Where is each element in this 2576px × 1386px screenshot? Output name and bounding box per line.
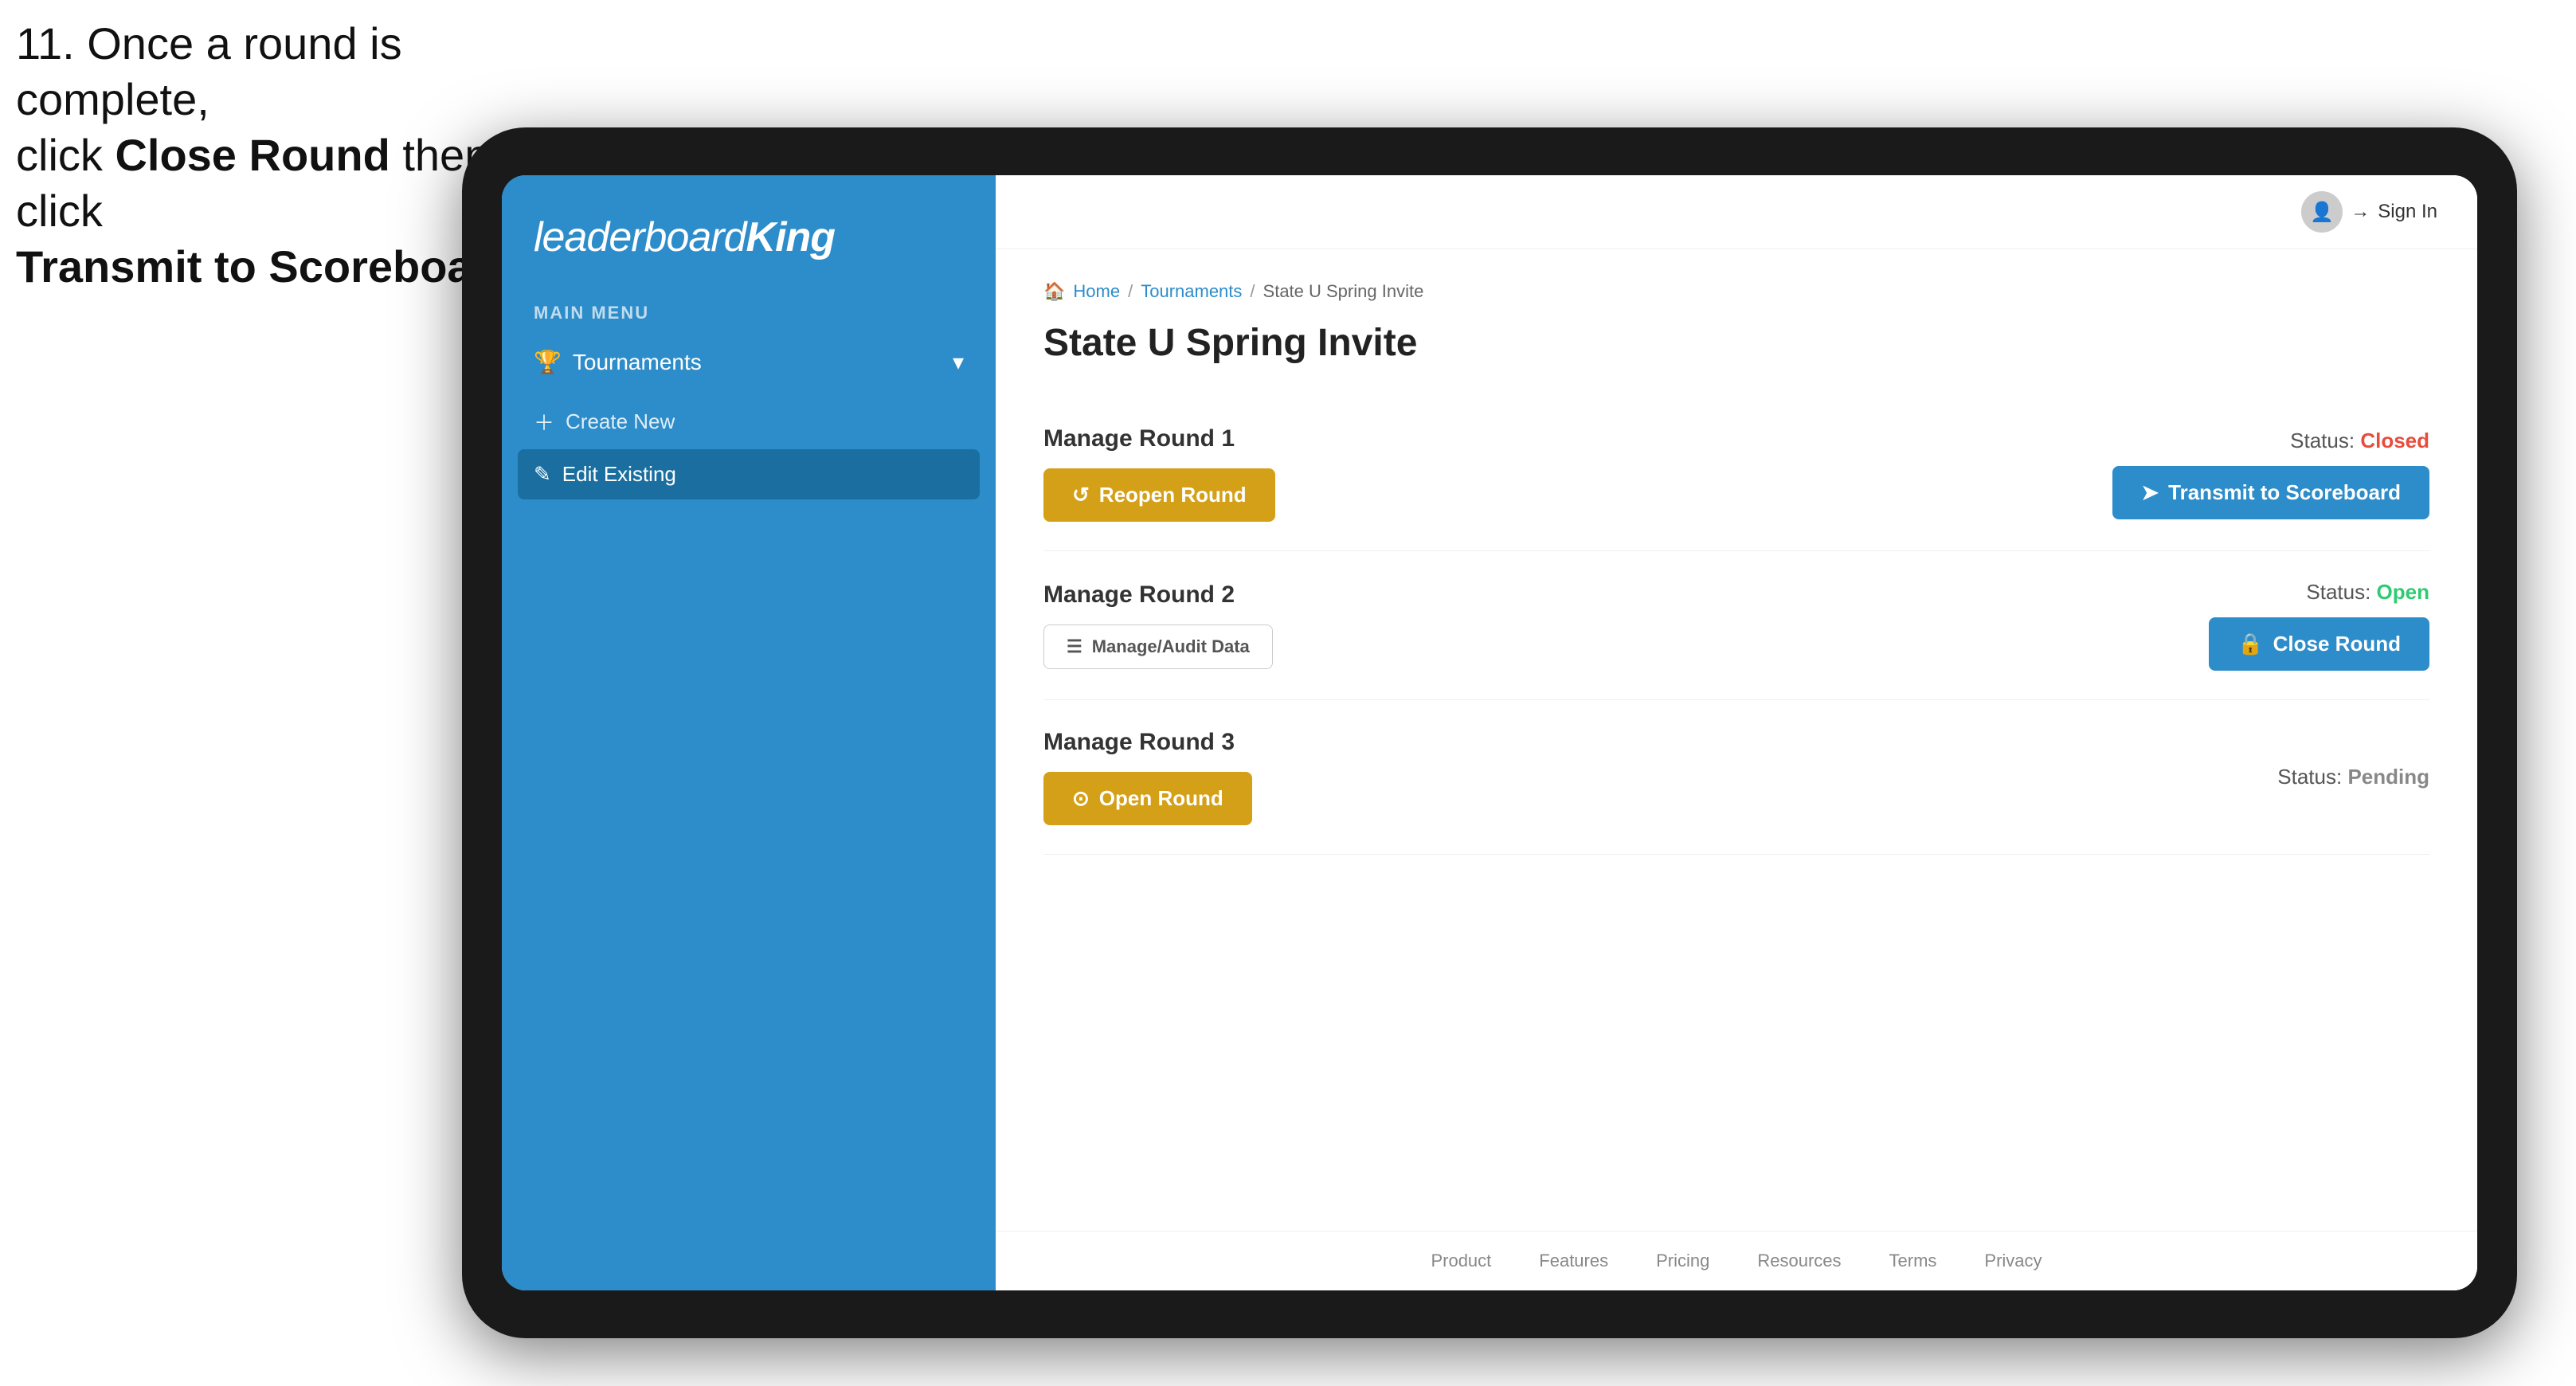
round-2-section: Manage Round 2 ☰ Manage/Audit Data Statu… bbox=[1043, 551, 2429, 700]
main-menu-label: MAIN MENU bbox=[502, 290, 996, 333]
manage-audit-button[interactable]: ☰ Manage/Audit Data bbox=[1043, 624, 1273, 669]
round-2-status-value: Open bbox=[2377, 580, 2429, 604]
edit-existing-label: Edit Existing bbox=[562, 462, 676, 487]
round-3-status: Status: Pending bbox=[2277, 765, 2429, 789]
create-new-label: Create New bbox=[566, 409, 675, 434]
footer-pricing[interactable]: Pricing bbox=[1656, 1251, 1709, 1271]
audit-label: Manage/Audit Data bbox=[1092, 636, 1250, 657]
sidebar: leaderboardKing MAIN MENU 🏆 Tournaments … bbox=[502, 175, 996, 1290]
app-logo: leaderboardKing bbox=[534, 213, 964, 261]
edit-icon: ✎ bbox=[534, 462, 551, 487]
breadcrumb-home[interactable]: Home bbox=[1073, 281, 1120, 302]
close-round-button[interactable]: 🔒 Close Round bbox=[2209, 617, 2429, 671]
open-icon: ⊙ bbox=[1072, 786, 1090, 811]
plus-icon: ＋ bbox=[534, 407, 554, 437]
sign-in-label: → bbox=[2351, 201, 2370, 223]
round-3-right: Status: Pending bbox=[2277, 765, 2429, 789]
round-1-status-value: Closed bbox=[2360, 429, 2429, 452]
tournaments-label: Tournaments bbox=[573, 350, 702, 375]
sidebar-item-edit-existing[interactable]: ✎ Edit Existing bbox=[518, 449, 980, 499]
tablet-device: leaderboardKing MAIN MENU 🏆 Tournaments … bbox=[462, 127, 2517, 1338]
transmit-label: Transmit to Scoreboard bbox=[2168, 480, 2401, 505]
round-2-status: Status: Open bbox=[2306, 580, 2429, 605]
avatar: 👤 bbox=[2301, 191, 2343, 233]
tablet-screen: leaderboardKing MAIN MENU 🏆 Tournaments … bbox=[502, 175, 2477, 1290]
tournaments-item-left: 🏆 Tournaments bbox=[534, 349, 702, 375]
round-1-left: Manage Round 1 ↺ Reopen Round bbox=[1043, 425, 1275, 522]
sidebar-item-tournaments[interactable]: 🏆 Tournaments ▾ bbox=[518, 333, 980, 391]
transmit-to-scoreboard-button[interactable]: ➤ Transmit to Scoreboard bbox=[2112, 466, 2429, 519]
transmit-icon: ➤ bbox=[2141, 480, 2159, 505]
page-title: State U Spring Invite bbox=[1043, 321, 2429, 365]
sidebar-nav: 🏆 Tournaments ▾ ＋ Create New ✎ Edit Exis… bbox=[502, 333, 996, 499]
breadcrumb-tournaments[interactable]: Tournaments bbox=[1141, 281, 1242, 302]
footer-resources[interactable]: Resources bbox=[1757, 1251, 1841, 1271]
lock-icon: 🔒 bbox=[2237, 632, 2263, 656]
sign-in-text: Sign In bbox=[2378, 201, 2437, 223]
round-1-section: Manage Round 1 ↺ Reopen Round Status: Cl… bbox=[1043, 397, 2429, 551]
round-1-right: Status: Closed ➤ Transmit to Scoreboard bbox=[2112, 429, 2429, 519]
trophy-icon: 🏆 bbox=[534, 349, 562, 375]
reopen-label: Reopen Round bbox=[1099, 483, 1247, 507]
instruction-bold2: Transmit to Scoreboard. bbox=[16, 241, 529, 292]
top-header: 👤 → Sign In bbox=[996, 175, 2477, 249]
footer-product[interactable]: Product bbox=[1431, 1251, 1491, 1271]
instruction-bold1: Close Round bbox=[115, 130, 390, 180]
reopen-icon: ↺ bbox=[1072, 483, 1090, 507]
round-3-status-value: Pending bbox=[2347, 765, 2429, 789]
round-2-title: Manage Round 2 bbox=[1043, 581, 1273, 609]
footer-terms[interactable]: Terms bbox=[1889, 1251, 1937, 1271]
sign-in-button[interactable]: 👤 → Sign In bbox=[2301, 191, 2437, 233]
main-content: 👤 → Sign In 🏠 Home / Tournaments / State bbox=[996, 175, 2477, 1290]
breadcrumb-sep2: / bbox=[1250, 281, 1255, 302]
round-1-status: Status: Closed bbox=[2290, 429, 2429, 453]
round-3-section: Manage Round 3 ⊙ Open Round Status: Pend… bbox=[1043, 700, 2429, 855]
round-3-left: Manage Round 3 ⊙ Open Round bbox=[1043, 729, 1252, 825]
page-footer: Product Features Pricing Resources Terms… bbox=[996, 1231, 2477, 1290]
round-3-title: Manage Round 3 bbox=[1043, 729, 1252, 756]
page-body: 🏠 Home / Tournaments / State U Spring In… bbox=[996, 249, 2477, 1231]
instruction-line1: 11. Once a round is complete, bbox=[16, 18, 402, 124]
chevron-down-icon: ▾ bbox=[953, 349, 964, 375]
sidebar-sub-nav: ＋ Create New ✎ Edit Existing bbox=[518, 394, 980, 499]
audit-icon: ☰ bbox=[1067, 636, 1082, 657]
instruction-line2: click bbox=[16, 130, 115, 180]
logo-area: leaderboardKing bbox=[502, 175, 996, 290]
round-2-left: Manage Round 2 ☰ Manage/Audit Data bbox=[1043, 581, 1273, 669]
logo-leaderboard: leaderboard bbox=[534, 214, 746, 260]
round-2-right: Status: Open 🔒 Close Round bbox=[2209, 580, 2429, 671]
round-1-title: Manage Round 1 bbox=[1043, 425, 1275, 452]
breadcrumb-current: State U Spring Invite bbox=[1263, 281, 1424, 302]
logo-king: King bbox=[746, 214, 836, 260]
breadcrumb: 🏠 Home / Tournaments / State U Spring In… bbox=[1043, 281, 2429, 302]
open-round-label: Open Round bbox=[1099, 786, 1223, 811]
app-layout: leaderboardKing MAIN MENU 🏆 Tournaments … bbox=[502, 175, 2477, 1290]
close-round-label: Close Round bbox=[2273, 632, 2401, 656]
sidebar-item-create-new[interactable]: ＋ Create New bbox=[518, 394, 980, 449]
open-round-button[interactable]: ⊙ Open Round bbox=[1043, 772, 1252, 825]
home-icon: 🏠 bbox=[1043, 281, 1065, 302]
breadcrumb-sep1: / bbox=[1128, 281, 1133, 302]
footer-features[interactable]: Features bbox=[1539, 1251, 1608, 1271]
reopen-round-button[interactable]: ↺ Reopen Round bbox=[1043, 468, 1275, 522]
footer-privacy[interactable]: Privacy bbox=[1984, 1251, 2042, 1271]
